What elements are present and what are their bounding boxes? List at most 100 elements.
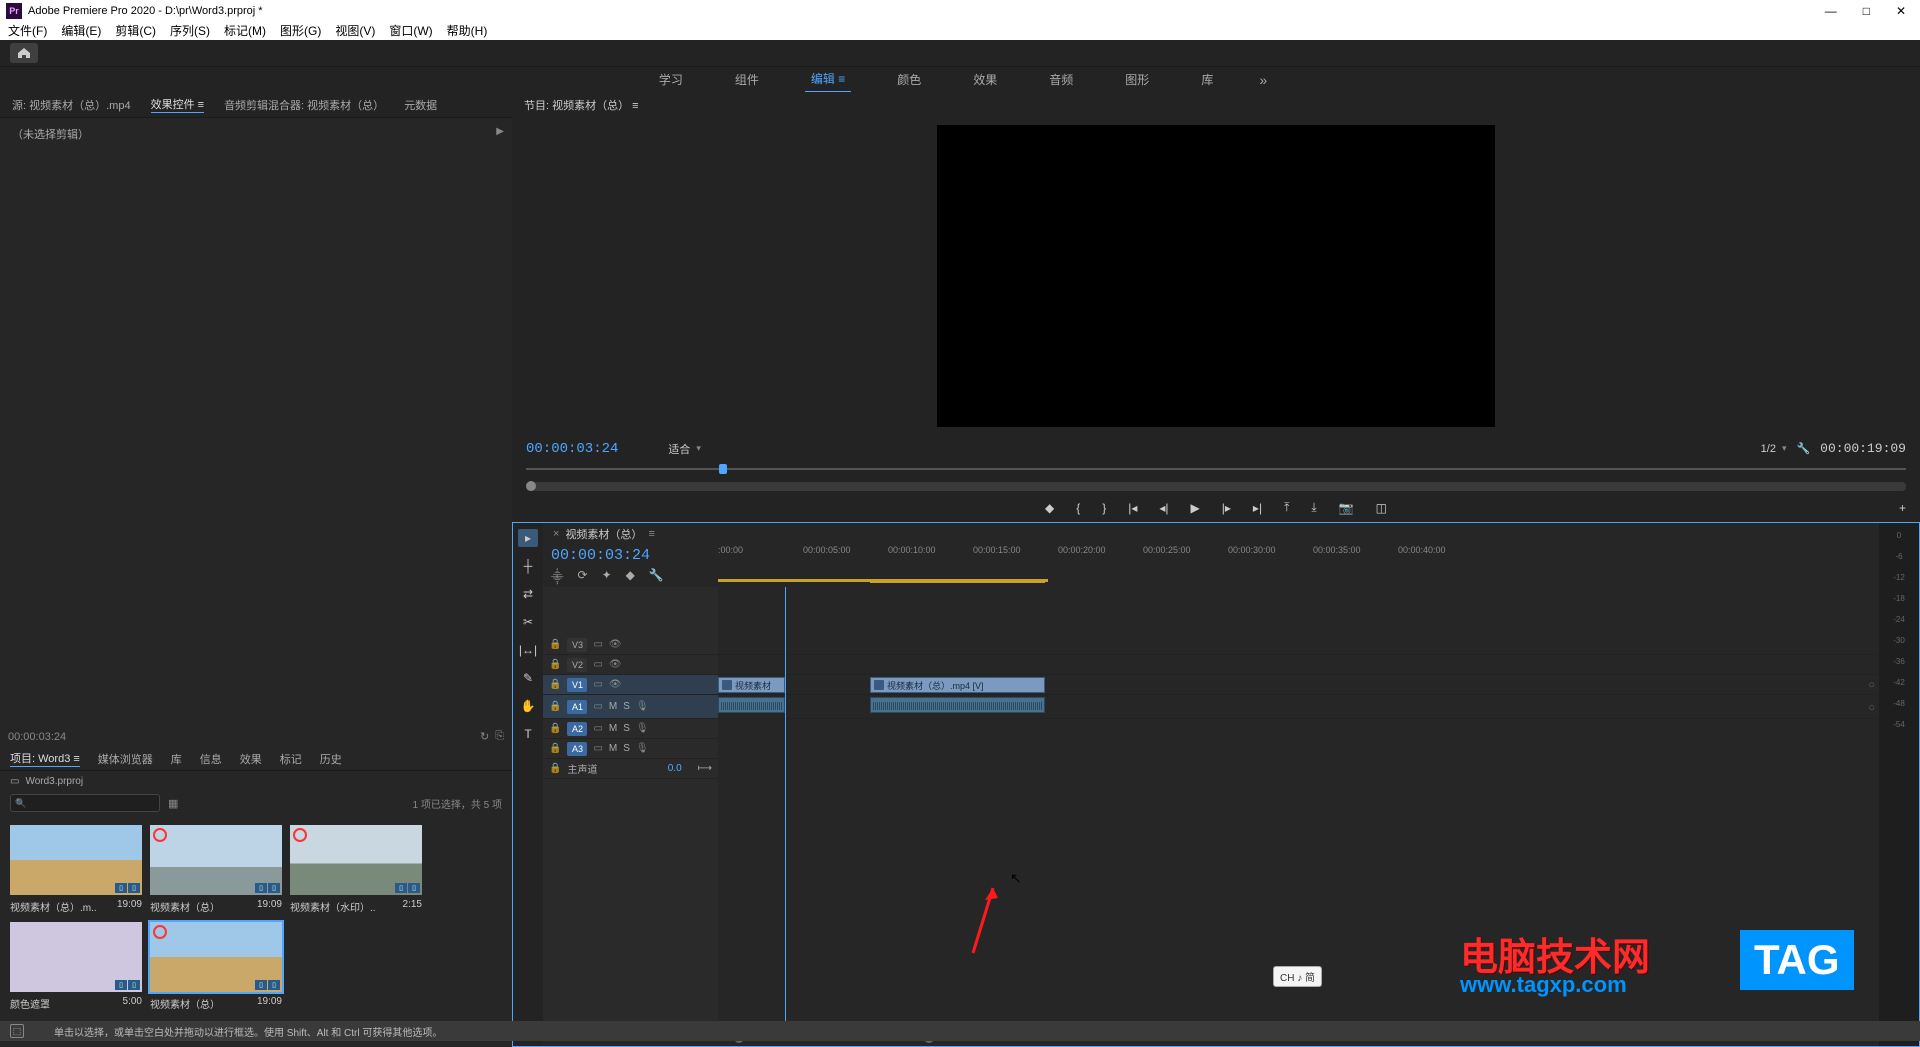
linked-sel-icon[interactable]: ⟳: [578, 568, 588, 585]
program-monitor[interactable]: [937, 125, 1495, 427]
ws-libraries[interactable]: 库: [1195, 67, 1219, 92]
project-item[interactable]: ▯▯视频素材（总）19:09: [150, 825, 282, 914]
ws-effects[interactable]: 效果: [967, 67, 1003, 92]
tl-settings-icon[interactable]: ◆: [626, 568, 635, 585]
minimize-button[interactable]: —: [1825, 4, 1837, 18]
selection-tool-icon[interactable]: ▸: [518, 529, 538, 547]
audio-clip-2[interactable]: [870, 697, 1045, 713]
ripple-tool-icon[interactable]: ⇄: [518, 585, 538, 603]
track-headers[interactable]: 🔒V3▭👁 🔒V2▭👁 🔒V1▭👁 🔒A1▭MS🎙 🔒A2▭MS🎙 🔒A3▭MS…: [543, 587, 718, 1030]
project-search-input[interactable]: [10, 794, 160, 812]
tab-info[interactable]: 信息: [200, 751, 222, 767]
pen-tool-icon[interactable]: ✎: [518, 669, 538, 687]
tab-markers[interactable]: 标记: [280, 751, 302, 767]
maximize-button[interactable]: □: [1863, 4, 1870, 18]
step-back-icon[interactable]: ◂|: [1159, 501, 1168, 515]
wrench-icon[interactable]: 🔧: [649, 568, 664, 585]
menu-help[interactable]: 帮助(H): [447, 22, 488, 38]
tab-effect-controls[interactable]: 效果控件 ≡: [151, 96, 204, 113]
menu-window[interactable]: 窗口(W): [389, 22, 432, 38]
play-icon[interactable]: ▶: [1191, 501, 1200, 515]
v-scroll-handle[interactable]: ○: [1868, 679, 1875, 691]
status-icon[interactable]: ⬚: [10, 1024, 24, 1038]
video-clip-2[interactable]: 视频素材（总）.mp4 [V]: [870, 677, 1045, 693]
menu-edit[interactable]: 编辑(E): [61, 22, 101, 38]
effect-controls-panel: （未选择剪辑） ▶ 00:00:03:24 ↻ ⎘: [0, 118, 512, 747]
menu-clip[interactable]: 剪辑(C): [115, 22, 156, 38]
program-tab[interactable]: 节目: 视频素材（总） ≡: [524, 97, 639, 113]
export-frame2-icon[interactable]: 📷: [1339, 501, 1354, 515]
program-scrubber[interactable]: [526, 462, 1906, 479]
track-select-tool-icon[interactable]: ┼: [518, 557, 538, 575]
button-editor-icon[interactable]: +: [1899, 501, 1906, 515]
timeline-timecode[interactable]: 00:00:03:24: [551, 547, 710, 564]
project-item[interactable]: ▯▯视频素材（水印）..2:15: [290, 825, 422, 914]
marker-add-icon[interactable]: ✦: [602, 568, 612, 585]
menu-bar[interactable]: 文件(F) 编辑(E) 剪辑(C) 序列(S) 标记(M) 图形(G) 视图(V…: [0, 22, 1920, 40]
menu-sequence[interactable]: 序列(S): [170, 22, 210, 38]
panel-expand-icon[interactable]: ▶: [496, 126, 504, 137]
tab-audio-mixer[interactable]: 音频剪辑混合器: 视频素材（总）: [224, 97, 384, 113]
ws-graphics[interactable]: 图形: [1119, 67, 1155, 92]
menu-graphics[interactable]: 图形(G): [280, 22, 321, 38]
close-button[interactable]: ✕: [1896, 4, 1906, 18]
in-point-icon[interactable]: {: [1076, 501, 1080, 515]
project-tabs[interactable]: 项目: Word3 ≡ 媒体浏览器 库 信息 效果 标记 历史: [0, 747, 512, 771]
tab-libraries[interactable]: 库: [171, 751, 182, 767]
tab-media-browser[interactable]: 媒体浏览器: [98, 751, 153, 767]
goto-in-icon[interactable]: |◂: [1128, 501, 1137, 515]
loop-icon[interactable]: ↻: [480, 730, 489, 743]
type-tool-icon[interactable]: T: [518, 725, 538, 743]
hand-tool-icon[interactable]: ✋: [518, 697, 538, 715]
source-panel-tabs[interactable]: 源: 视频素材（总）.mp4 效果控件 ≡ 音频剪辑混合器: 视频素材（总） 元…: [0, 92, 512, 118]
sequence-tab[interactable]: 视频素材（总）: [565, 526, 642, 542]
workspace-tabs[interactable]: 学习 组件 编辑 ≡ 颜色 效果 音频 图形 库 »: [0, 66, 1920, 92]
zoom-fit-select[interactable]: 适合 ▾: [668, 441, 701, 457]
menu-file[interactable]: 文件(F): [8, 22, 47, 38]
ws-learn[interactable]: 学习: [653, 67, 689, 92]
project-item[interactable]: ▯▯视频素材（总）.m..19:09: [10, 825, 142, 914]
timeline-content[interactable]: 视频素材 视频素材（总）.mp4 [V] ○ ○: [718, 587, 1879, 1030]
compare-icon[interactable]: ◫: [1376, 501, 1387, 515]
ws-assembly[interactable]: 组件: [729, 67, 765, 92]
step-fwd-icon[interactable]: |▸: [1222, 501, 1231, 515]
home-button[interactable]: [10, 43, 38, 63]
playhead-icon[interactable]: [719, 464, 727, 474]
ws-overflow[interactable]: »: [1259, 72, 1267, 88]
filter-icon[interactable]: ▦: [168, 797, 178, 810]
extract-icon[interactable]: ⤓: [1311, 500, 1316, 515]
transport-controls[interactable]: ◆ { } |◂ ◂| ▶ |▸ ▸| ⤒ ⤓ 📷 ◫ +: [512, 493, 1920, 522]
tab-effects[interactable]: 效果: [240, 751, 262, 767]
marker-icon[interactable]: ◆: [1045, 501, 1054, 515]
export-frame-icon[interactable]: ⎘: [495, 730, 504, 743]
resolution-select[interactable]: 1/2 ▾: [1761, 443, 1787, 455]
tab-history[interactable]: 历史: [320, 751, 342, 767]
ws-editing[interactable]: 编辑 ≡: [805, 66, 851, 93]
ws-color[interactable]: 颜色: [891, 67, 927, 92]
project-thumbnails[interactable]: ▯▯视频素材（总）.m..19:09▯▯视频素材（总）19:09▯▯视频素材（水…: [0, 815, 512, 1021]
ws-audio[interactable]: 音频: [1043, 67, 1079, 92]
project-item[interactable]: ▯▯颜色遮罩5:00: [10, 922, 142, 1011]
video-clip-1[interactable]: 视频素材: [718, 677, 785, 693]
timeline-tools[interactable]: ▸ ┼ ⇄ ✂ |↔| ✎ ✋ T: [513, 523, 543, 1046]
settings-icon[interactable]: 🔧: [1796, 442, 1810, 455]
project-item[interactable]: ▯▯视频素材（总）19:09: [150, 922, 282, 1011]
app-logo: Pr: [6, 3, 22, 19]
program-zoom-bar[interactable]: [526, 482, 1906, 492]
program-timecode[interactable]: 00:00:03:24: [526, 441, 618, 457]
goto-out-icon[interactable]: ▸|: [1253, 501, 1262, 515]
tab-project[interactable]: 项目: Word3 ≡: [10, 750, 80, 767]
a-scroll-handle[interactable]: ○: [1868, 702, 1875, 714]
tab-source[interactable]: 源: 视频素材（总）.mp4: [12, 97, 131, 113]
lift-icon[interactable]: ⤒: [1284, 500, 1289, 515]
audio-clip-1[interactable]: [718, 697, 785, 713]
timeline-ruler[interactable]: :00:0000:00:05:0000:00:10:0000:00:15:000…: [718, 545, 1879, 587]
snap-icon[interactable]: ⸎: [551, 568, 564, 585]
slip-tool-icon[interactable]: |↔|: [518, 641, 538, 659]
menu-view[interactable]: 视图(V): [335, 22, 375, 38]
out-point-icon[interactable]: }: [1102, 501, 1106, 515]
menu-markers[interactable]: 标记(M): [224, 22, 266, 38]
tab-metadata[interactable]: 元数据: [404, 97, 437, 113]
timeline-playhead[interactable]: [785, 587, 786, 1030]
razor-tool-icon[interactable]: ✂: [518, 613, 538, 631]
